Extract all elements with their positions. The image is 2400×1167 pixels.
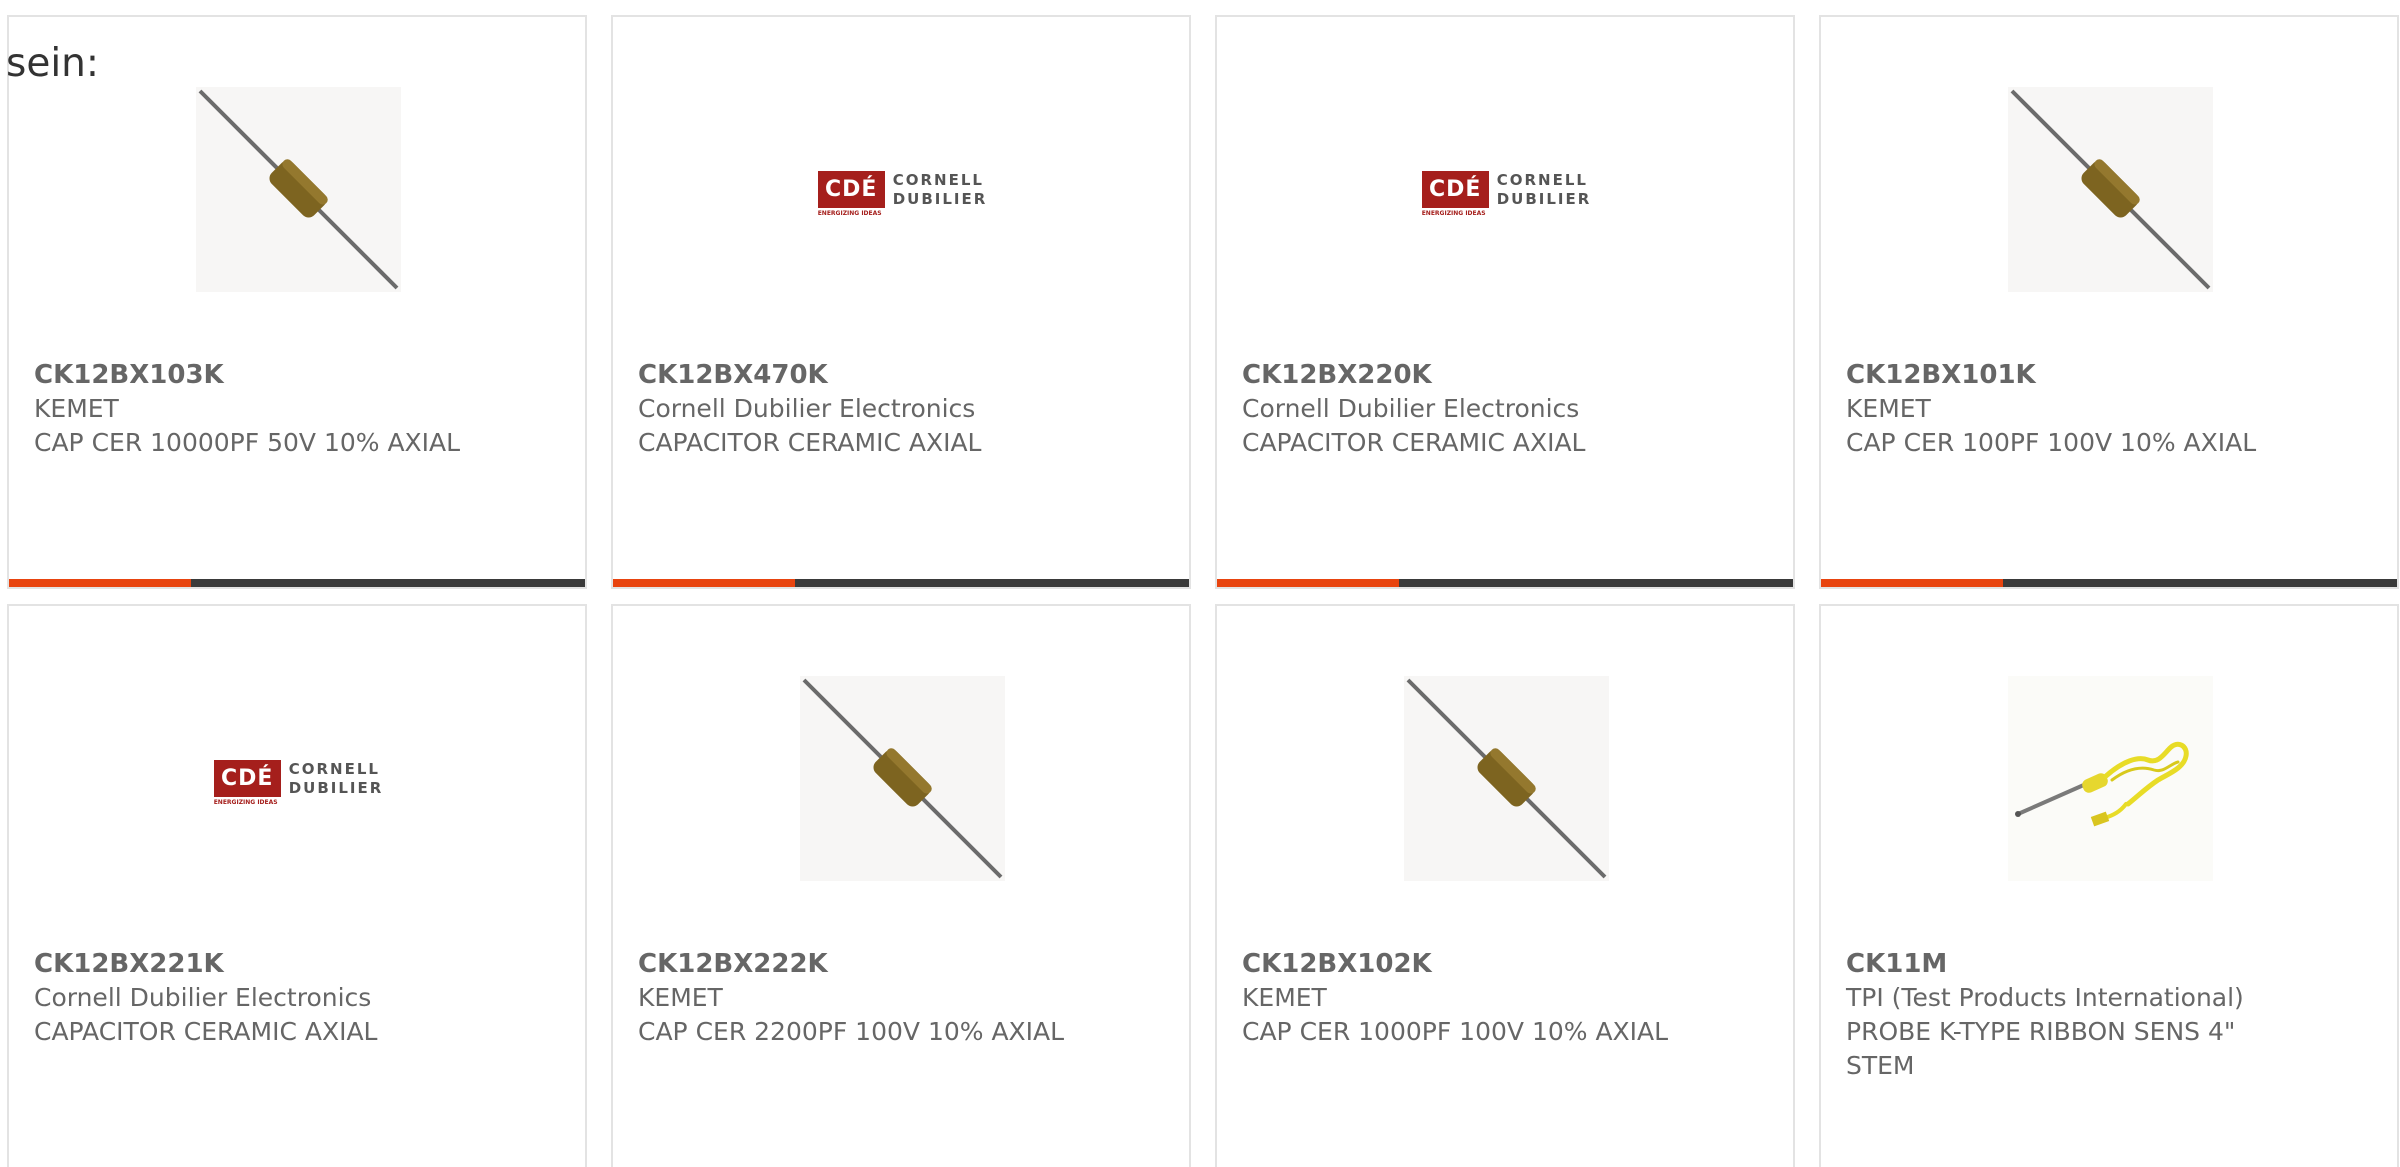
cde-logo-text: CORNELL DUBILIER	[1496, 170, 1592, 208]
cde-logo-mark: CDÉ ENERGIZING IDEAS	[213, 760, 281, 806]
cde-logo-text: CORNELL DUBILIER	[892, 170, 988, 208]
card-accent	[1821, 579, 2003, 587]
cornell-dubilier-logo: CDÉ ENERGIZING IDEAS CORNELL DUBILIER	[1421, 170, 1592, 217]
product-image[interactable]	[196, 87, 401, 292]
card-footer-bar	[613, 579, 1189, 587]
axial-capacitor-icon	[1404, 676, 1609, 881]
card-accent	[9, 579, 191, 587]
product-grid: CK12BX103K KEMET CAP CER 10000PF 50V 10%…	[0, 0, 2400, 1167]
description: CAPACITOR CERAMIC AXIAL	[34, 1017, 378, 1046]
cde-logo-text: CORNELL DUBILIER	[288, 759, 384, 797]
part-number[interactable]: CK12BX470K	[638, 358, 1078, 392]
product-image[interactable]	[2008, 676, 2213, 881]
cornell-dubilier-logo: CDÉ ENERGIZING IDEAS CORNELL DUBILIER	[213, 759, 384, 806]
intro-text: sein:	[6, 41, 100, 86]
product-info: CK12BX470K Cornell Dubilier Electronics …	[638, 358, 1078, 460]
manufacturer: KEMET	[34, 394, 119, 423]
manufacturer: KEMET	[638, 983, 723, 1012]
product-image[interactable]	[800, 676, 1005, 881]
description: CAPACITOR CERAMIC AXIAL	[638, 428, 982, 457]
part-number[interactable]: CK12BX222K	[638, 947, 1078, 981]
product-info: CK12BX221K Cornell Dubilier Electronics …	[34, 947, 474, 1049]
product-card[interactable]: CK11M TPI (Test Products International) …	[1819, 604, 2399, 1167]
manufacturer: Cornell Dubilier Electronics	[638, 394, 976, 423]
cde-logo-mark: CDÉ ENERGIZING IDEAS	[1421, 171, 1489, 217]
card-accent	[613, 579, 795, 587]
product-info: CK12BX101K KEMET CAP CER 100PF 100V 10% …	[1846, 358, 2286, 460]
product-info: CK12BX103K KEMET CAP CER 10000PF 50V 10%…	[34, 358, 474, 460]
product-image[interactable]	[2008, 87, 2213, 292]
cornell-dubilier-logo: CDÉ ENERGIZING IDEAS CORNELL DUBILIER	[817, 170, 988, 217]
product-info: CK11M TPI (Test Products International) …	[1846, 947, 2286, 1083]
cde-logo-mark: CDÉ ENERGIZING IDEAS	[817, 171, 885, 217]
manufacturer: KEMET	[1242, 983, 1327, 1012]
part-number[interactable]: CK12BX102K	[1242, 947, 1682, 981]
part-number[interactable]: CK12BX220K	[1242, 358, 1682, 392]
product-image[interactable]: CDÉ ENERGIZING IDEAS CORNELL DUBILIER	[1404, 87, 1609, 292]
product-info: CK12BX222K KEMET CAP CER 2200PF 100V 10%…	[638, 947, 1078, 1049]
product-image[interactable]: CDÉ ENERGIZING IDEAS CORNELL DUBILIER	[800, 87, 1005, 292]
manufacturer: Cornell Dubilier Electronics	[1242, 394, 1580, 423]
manufacturer: KEMET	[1846, 394, 1931, 423]
product-card[interactable]: CK12BX103K KEMET CAP CER 10000PF 50V 10%…	[7, 15, 587, 589]
description: CAP CER 2200PF 100V 10% AXIAL	[638, 1017, 1065, 1046]
product-card[interactable]: CK12BX222K KEMET CAP CER 2200PF 100V 10%…	[611, 604, 1191, 1167]
product-info: CK12BX220K Cornell Dubilier Electronics …	[1242, 358, 1682, 460]
part-number[interactable]: CK12BX103K	[34, 358, 474, 392]
card-footer-bar	[9, 579, 585, 587]
axial-capacitor-icon	[2008, 87, 2213, 292]
axial-capacitor-icon	[800, 676, 1005, 881]
manufacturer: TPI (Test Products International)	[1846, 983, 2244, 1012]
description: CAPACITOR CERAMIC AXIAL	[1242, 428, 1586, 457]
product-card[interactable]: CDÉ ENERGIZING IDEAS CORNELL DUBILIER CK12…	[1215, 15, 1795, 589]
part-number[interactable]: CK11M	[1846, 947, 2286, 981]
card-footer-bar	[1217, 579, 1793, 587]
product-image[interactable]	[1404, 676, 1609, 881]
product-card[interactable]: CDÉ ENERGIZING IDEAS CORNELL DUBILIER CK12…	[7, 604, 587, 1167]
axial-capacitor-icon	[196, 87, 401, 292]
product-info: CK12BX102K KEMET CAP CER 1000PF 100V 10%…	[1242, 947, 1682, 1049]
product-card[interactable]: CK12BX101K KEMET CAP CER 100PF 100V 10% …	[1819, 15, 2399, 589]
product-image[interactable]: CDÉ ENERGIZING IDEAS CORNELL DUBILIER	[196, 676, 401, 881]
part-number[interactable]: CK12BX221K	[34, 947, 474, 981]
description: CAP CER 100PF 100V 10% AXIAL	[1846, 428, 2257, 457]
description: PROBE K-TYPE RIBBON SENS 4" STEM	[1846, 1017, 2236, 1080]
product-card[interactable]: CDÉ ENERGIZING IDEAS CORNELL DUBILIER CK12…	[611, 15, 1191, 589]
card-accent	[1217, 579, 1399, 587]
product-card[interactable]: CK12BX102K KEMET CAP CER 1000PF 100V 10%…	[1215, 604, 1795, 1167]
description: CAP CER 1000PF 100V 10% AXIAL	[1242, 1017, 1669, 1046]
temperature-probe-icon	[2008, 676, 2213, 881]
part-number[interactable]: CK12BX101K	[1846, 358, 2286, 392]
description: CAP CER 10000PF 50V 10% AXIAL	[34, 428, 461, 457]
manufacturer: Cornell Dubilier Electronics	[34, 983, 372, 1012]
card-footer-bar	[1821, 579, 2397, 587]
